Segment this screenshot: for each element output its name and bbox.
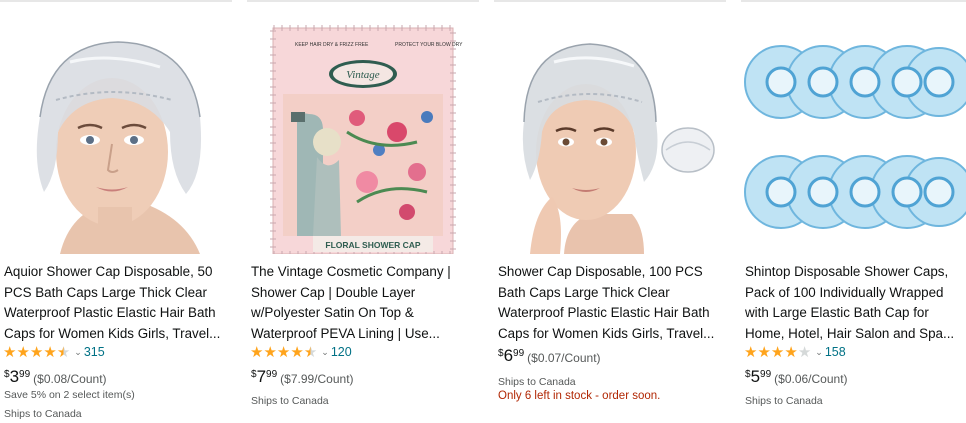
shipping-text: Ships to Canada [498,376,576,388]
unit-price: ($0.07/Count) [527,351,601,365]
package-label: FLORAL SHOWER CAP [325,240,421,250]
product-price[interactable]: $ 5 99 ($0.06/Count) [745,367,848,387]
product-card: Shower Cap Disposable, 100 PCS Bath Caps… [494,0,726,423]
product-rating[interactable]: ★ ★ ★ ★ ★ ⌄ 158 [744,343,846,361]
shipping-text: Ships to Canada [251,395,329,407]
package-tag-left: KEEP HAIR DRY & FRIZZ FREE [295,42,369,48]
product-card: Vintage KEEP HAIR DRY & FRIZZ FREE PROTE… [247,0,479,423]
rating-count-link[interactable]: 315 [84,345,105,359]
product-rating[interactable]: ★ ★ ★ ★ ★ ⌄ 120 [250,343,352,361]
price-whole: 3 [9,367,20,386]
shipping-text: Ships to Canada [745,395,823,407]
brand-logo: Vintage [346,69,380,81]
unit-price: ($7.99/Count) [280,372,354,386]
product-card: Shintop Disposable Shower Caps, Pack of … [741,0,966,423]
product-price[interactable]: $ 7 99 ($7.99/Count) [251,367,354,387]
star-rating-icon: ★ ★ ★ ★ ★ [744,343,812,361]
promo-text: Save 5% on 2 select item(s) [4,389,135,401]
rating-count-link[interactable]: 158 [825,345,846,359]
product-card: Aquior Shower Cap Disposable, 50 PCS Bat… [0,0,232,423]
price-fraction: 99 [760,369,772,380]
price-fraction: 99 [513,348,525,359]
product-image[interactable] [0,22,232,254]
product-title-link[interactable]: Shintop Disposable Shower Caps, Pack of … [745,262,966,344]
product-image[interactable] [741,22,966,254]
price-fraction: 99 [19,369,31,380]
price-fraction: 99 [266,369,278,380]
chevron-down-icon[interactable]: ⌄ [74,347,82,358]
product-rating[interactable]: ★ ★ ★ ★ ★ ⌄ 315 [3,343,105,361]
price-whole: 6 [503,346,514,365]
product-title-link[interactable]: Aquior Shower Cap Disposable, 50 PCS Bat… [4,262,228,344]
star-rating-icon: ★ ★ ★ ★ ★ [250,343,318,361]
product-price[interactable]: $ 6 99 ($0.07/Count) [498,346,601,366]
chevron-down-icon[interactable]: ⌄ [321,347,329,358]
product-image[interactable] [494,22,726,254]
unit-price: ($0.06/Count) [774,372,848,386]
product-title-link[interactable]: Shower Cap Disposable, 100 PCS Bath Caps… [498,262,722,344]
package-tag-right: PROTECT YOUR BLOW DRY [395,42,463,48]
shipping-text: Ships to Canada [4,408,82,420]
product-price[interactable]: $ 3 99 ($0.08/Count) [4,367,107,387]
star-rating-icon: ★ ★ ★ ★ ★ [3,343,71,361]
price-whole: 5 [750,367,761,386]
product-image[interactable]: Vintage KEEP HAIR DRY & FRIZZ FREE PROTE… [247,22,479,254]
stock-warning: Only 6 left in stock - order soon. [498,390,661,402]
rating-count-link[interactable]: 120 [331,345,352,359]
chevron-down-icon[interactable]: ⌄ [815,347,823,358]
price-whole: 7 [256,367,267,386]
product-title-link[interactable]: The Vintage Cosmetic Company | Shower Ca… [251,262,475,344]
unit-price: ($0.08/Count) [33,372,107,386]
